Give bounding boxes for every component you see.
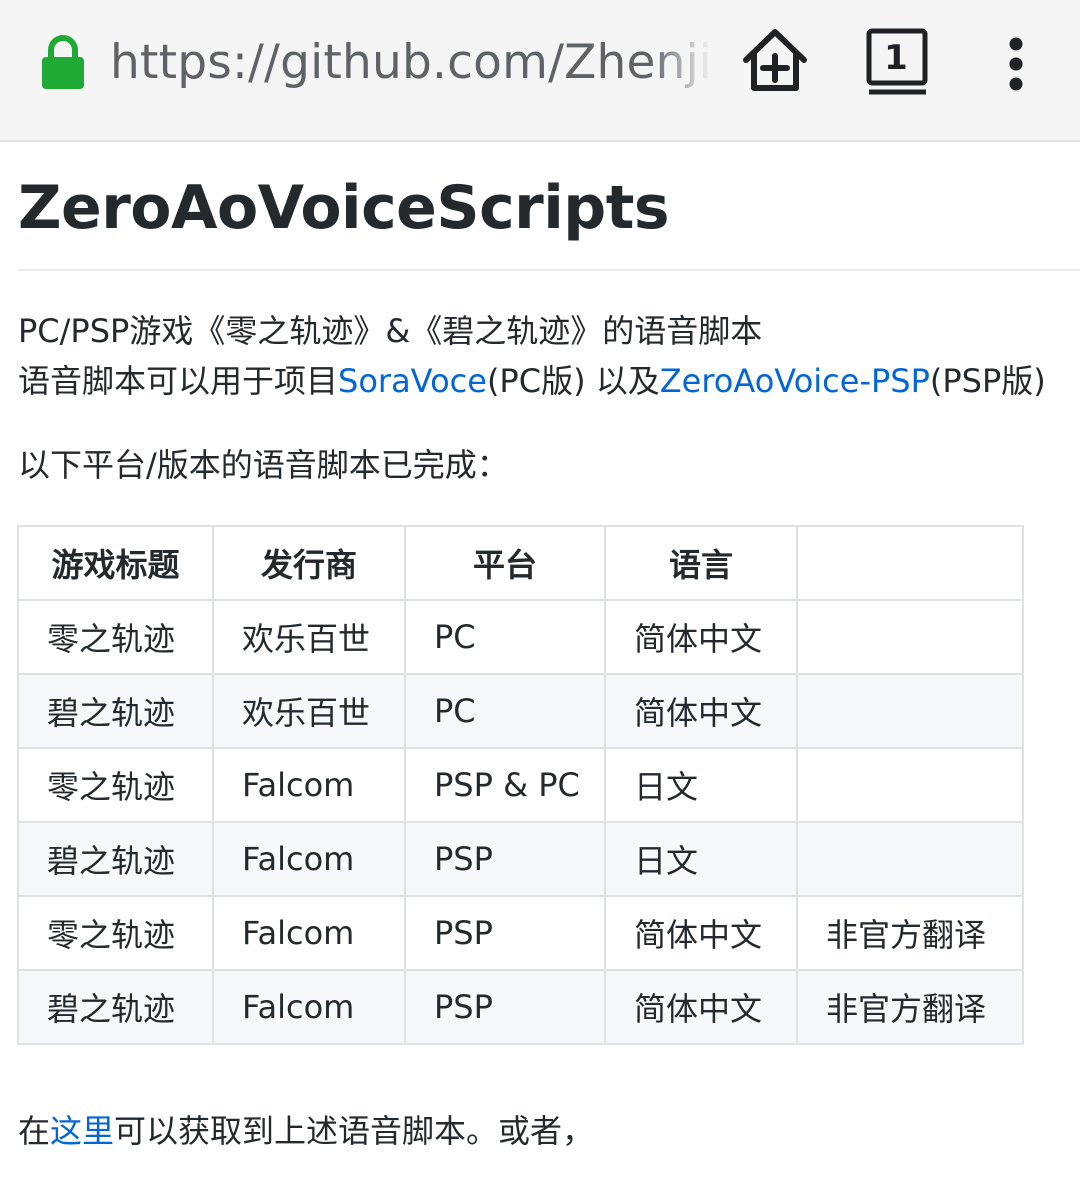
cell-platform: PSP & PC: [404, 747, 606, 823]
cell-publisher: 欢乐百世: [212, 599, 406, 675]
soravoce-link[interactable]: SoraVoce: [338, 362, 487, 400]
cell-game-title: 零之轨迹: [17, 895, 214, 971]
cell-platform: PSP: [404, 969, 606, 1045]
footer-prefix: 在: [18, 1112, 51, 1150]
tab-count: 1: [884, 38, 908, 78]
cell-game-title: 零之轨迹: [17, 599, 214, 675]
cell-language: 简体中文: [604, 895, 798, 971]
cell-publisher: 欢乐百世: [212, 673, 406, 749]
header-language: 语言: [604, 525, 798, 601]
cell-publisher: Falcom: [212, 895, 406, 971]
cell-language: 简体中文: [604, 673, 798, 749]
zeroaovoice-psp-link[interactable]: ZeroAoVoice-PSP: [660, 362, 930, 400]
footer-suffix: 可以获取到上述语音脚本。或者，: [114, 1112, 595, 1150]
cell-language: 简体中文: [604, 599, 798, 675]
table-header-row: 游戏标题 发行商 平台 语言: [17, 525, 1024, 601]
cell-platform: PC: [404, 673, 606, 749]
table-row: 零之轨迹 欢乐百世 PC 简体中文: [17, 599, 1024, 675]
cell-publisher: Falcom: [212, 969, 406, 1045]
cell-publisher: Falcom: [212, 747, 406, 823]
table-row: 碧之轨迹 Falcom PSP 简体中文 非官方翻译: [17, 969, 1024, 1045]
table-row: 碧之轨迹 欢乐百世 PC 简体中文: [17, 673, 1024, 749]
page-title: ZeroAoVoiceScripts: [18, 173, 670, 243]
cell-game-title: 碧之轨迹: [17, 969, 214, 1045]
description-middle: (PC版) 以及: [486, 362, 660, 400]
cell-language: 日文: [604, 747, 798, 823]
cell-game-title: 零之轨迹: [17, 747, 214, 823]
url-text: https://github.com/Zhenjia: [110, 35, 710, 90]
download-sentence: 在这里可以获取到上述语音脚本。或者，: [18, 1108, 594, 1154]
cell-notes: 非官方翻译: [796, 969, 1024, 1045]
title-divider: [18, 269, 1080, 271]
cell-language: 简体中文: [604, 969, 798, 1045]
cell-language: 日文: [604, 821, 798, 897]
cell-notes: 非官方翻译: [796, 895, 1024, 971]
description-line-3: 以下平台/版本的语音脚本已完成：: [18, 446, 509, 484]
lock-icon: [42, 35, 84, 89]
cell-game-title: 碧之轨迹: [17, 673, 214, 749]
description-line-1: PC/PSP游戏《零之轨迹》&《碧之轨迹》的语音脚本: [18, 312, 763, 350]
url-fade: [650, 30, 712, 100]
tab-switcher-button[interactable]: 1: [866, 28, 932, 98]
table-row: 零之轨迹 Falcom PSP & PC 日文: [17, 747, 1024, 823]
description-suffix: (PSP版): [929, 362, 1046, 400]
description-prefix: 语音脚本可以用于项目: [18, 362, 339, 400]
cell-notes: [796, 599, 1024, 675]
header-platform: 平台: [404, 525, 606, 601]
table-row: 零之轨迹 Falcom PSP 简体中文 非官方翻译: [17, 895, 1024, 971]
cell-platform: PC: [404, 599, 606, 675]
cell-notes: [796, 673, 1024, 749]
download-here-link[interactable]: 这里: [50, 1112, 114, 1150]
header-notes: [796, 525, 1024, 601]
cell-platform: PSP: [404, 895, 606, 971]
overflow-menu-icon[interactable]: [996, 36, 1036, 92]
voice-scripts-table: 游戏标题 发行商 平台 语言 零之轨迹 欢乐百世 PC 简体中文 碧之轨迹 欢乐…: [17, 525, 1024, 1045]
cell-notes: [796, 747, 1024, 823]
cell-game-title: 碧之轨迹: [17, 821, 214, 897]
cell-publisher: Falcom: [212, 821, 406, 897]
cell-notes: [796, 821, 1024, 897]
cell-platform: PSP: [404, 821, 606, 897]
address-bar[interactable]: https://github.com/Zhenjia: [110, 30, 710, 100]
header-publisher: 发行商: [212, 525, 406, 601]
description-line-2: 语音脚本可以用于项目SoraVoce(PC版) 以及ZeroAoVoice-PS…: [18, 358, 1046, 404]
add-to-home-icon[interactable]: [740, 26, 810, 96]
table-row: 碧之轨迹 Falcom PSP 日文: [17, 821, 1024, 897]
header-game-title: 游戏标题: [17, 525, 214, 601]
browser-toolbar: https://github.com/Zhenjia 1: [0, 0, 1080, 142]
